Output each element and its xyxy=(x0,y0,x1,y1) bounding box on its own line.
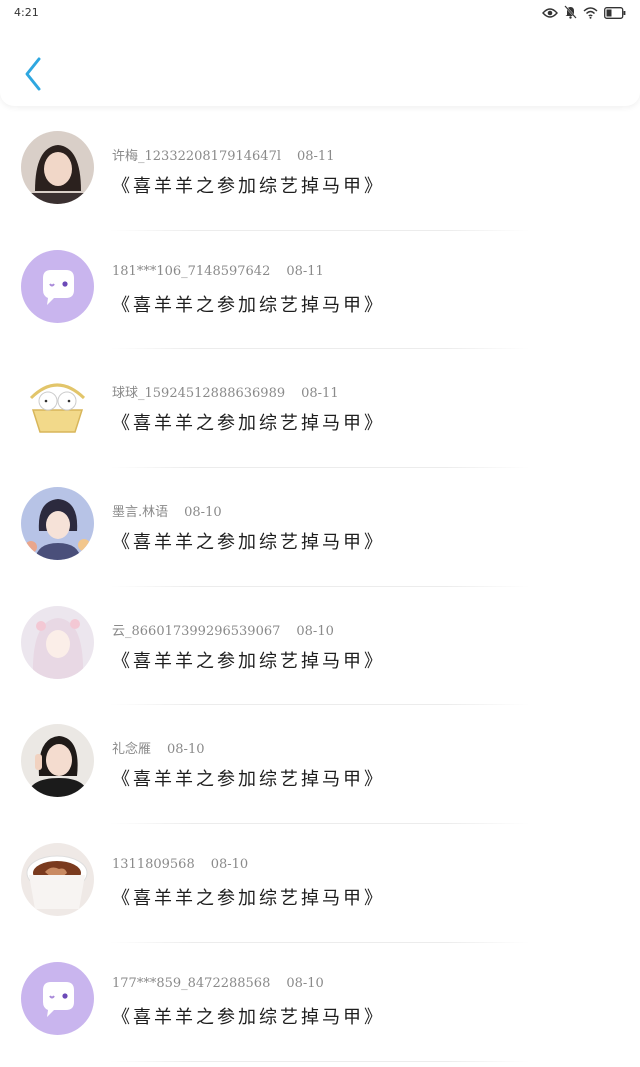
status-time: 4:21 xyxy=(14,6,39,19)
comment-meta: 177***859_8472288568 08-10 xyxy=(112,976,324,991)
comment-item[interactable]: 1311809568 08-10 《喜羊羊之参加综艺掉马甲》 xyxy=(0,824,640,943)
comment-meta: 1311809568 08-10 xyxy=(112,857,248,872)
username[interactable]: 球球_1592451288863698​9 xyxy=(112,386,285,401)
status-icons xyxy=(542,4,626,22)
book-title[interactable]: 《喜羊羊之参加综艺掉马甲》 xyxy=(112,409,385,435)
comment-date: 08-10 xyxy=(296,623,334,639)
username[interactable]: 云_866017399296539067 xyxy=(112,624,280,639)
comment-date: 08-11 xyxy=(301,386,339,402)
comment-meta: 球球_1592451288863698​9 08-11 xyxy=(112,382,339,401)
comment-meta: 墨言.林语 08-10 xyxy=(112,501,222,520)
username[interactable]: 181***106_7148597642 xyxy=(112,264,270,279)
comment-date: 08-11 xyxy=(286,263,324,279)
avatar[interactable] xyxy=(21,368,94,442)
eye-icon xyxy=(542,4,558,23)
wifi-icon xyxy=(583,4,598,23)
avatar[interactable] xyxy=(21,487,94,561)
username[interactable]: 许梅_1233220817914647l xyxy=(112,149,281,164)
avatar[interactable] xyxy=(21,843,94,917)
username[interactable]: 墨言.林语 xyxy=(112,505,168,520)
username[interactable]: 礼念雁 xyxy=(112,742,151,757)
comment-list: 许梅_1233220817914647l 08-11 《喜羊羊之参加综艺掉马甲》 18… xyxy=(0,112,640,1062)
book-title[interactable]: 《喜羊羊之参加综艺掉马甲》 xyxy=(112,647,385,673)
chevron-left-icon xyxy=(25,57,41,91)
comment-meta: 许梅_1233220817914647l 08-11 xyxy=(112,145,334,164)
avatar[interactable] xyxy=(21,605,94,679)
divider xyxy=(110,1060,530,1062)
book-title[interactable]: 《喜羊羊之参加综艺掉马甲》 xyxy=(112,884,385,910)
book-title[interactable]: 《喜羊羊之参加综艺掉马甲》 xyxy=(112,528,385,554)
book-title[interactable]: 《喜羊羊之参加综艺掉马甲》 xyxy=(112,291,385,317)
book-title[interactable]: 《喜羊羊之参加综艺掉马甲》 xyxy=(112,172,385,198)
avatar[interactable] xyxy=(21,724,94,798)
avatar[interactable] xyxy=(21,249,94,323)
top-app-bar: 4:21 xyxy=(0,0,640,106)
comment-meta: 礼念雁 08-10 xyxy=(112,738,205,757)
username[interactable]: 1311809568 xyxy=(112,857,195,872)
comment-item[interactable]: 许梅_1233220817914647l 08-11 《喜羊羊之参加综艺掉马甲》 xyxy=(0,112,640,231)
comment-date: 08-10 xyxy=(167,742,205,758)
back-button[interactable] xyxy=(18,52,50,94)
avatar[interactable] xyxy=(21,961,94,1035)
status-bar: 4:21 xyxy=(0,0,640,26)
username[interactable]: 177***859_8472288568 xyxy=(112,976,270,991)
comment-item[interactable]: 球球_1592451288863698​9 08-11 《喜羊羊之参加综艺掉马甲》 xyxy=(0,349,640,469)
avatar[interactable] xyxy=(21,131,94,204)
comment-item[interactable]: 墨言.林语 08-10 《喜羊羊之参加综艺掉马甲》 xyxy=(0,468,640,587)
comment-date: 08-10 xyxy=(184,505,222,521)
comment-date: 08-10 xyxy=(210,857,249,873)
book-title[interactable]: 《喜羊羊之参加综艺掉马甲》 xyxy=(112,765,385,791)
comment-item[interactable]: 云_866017399296539067 08-10 《喜羊羊之参加综艺掉马甲》 xyxy=(0,587,640,706)
comment-item[interactable]: 177***859_8472288568 08-10 《喜羊羊之参加综艺掉马甲》 xyxy=(0,943,640,1062)
book-title[interactable]: 《喜羊羊之参加综艺掉马甲》 xyxy=(112,1003,385,1029)
comment-item[interactable]: 礼念雁 08-10 《喜羊羊之参加综艺掉马甲》 xyxy=(0,705,640,825)
bell-muted-icon xyxy=(564,4,577,23)
battery-icon xyxy=(604,4,626,23)
comment-item[interactable]: 181***106_7148597642 08-11 《喜羊羊之参加综艺掉马甲》 xyxy=(0,231,640,350)
comment-date: 08-10 xyxy=(286,975,324,991)
comment-meta: 181***106_7148597642 08-11 xyxy=(112,264,324,279)
comment-meta: 云_866017399296539067 08-10 xyxy=(112,620,334,639)
comment-date: 08-11 xyxy=(297,149,335,164)
